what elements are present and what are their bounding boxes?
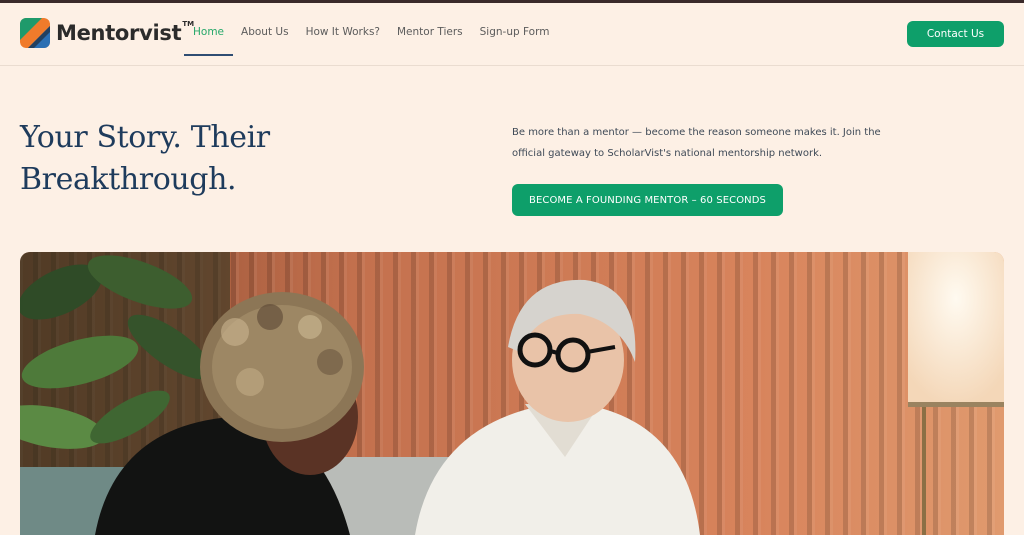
nav-item-how-it-works[interactable]: How It Works? bbox=[297, 3, 389, 55]
hero-photo-illustration bbox=[20, 252, 1004, 535]
contact-us-button[interactable]: Contact Us bbox=[907, 21, 1004, 47]
hero-photo bbox=[20, 252, 1004, 535]
hero-title: Your Story. Their Breakthrough. bbox=[20, 120, 270, 197]
nav-item-sign-up-form[interactable]: Sign-up Form bbox=[471, 3, 559, 55]
main-nav: Home About Us How It Works? Mentor Tiers… bbox=[184, 3, 559, 56]
brand-logo[interactable]: Mentorvist TM bbox=[20, 18, 194, 48]
brand-name: Mentorvist bbox=[56, 21, 182, 45]
hero-description: Be more than a mentor — become the reaso… bbox=[512, 127, 881, 159]
nav-item-about-us[interactable]: About Us bbox=[232, 3, 298, 55]
site-header: Mentorvist TM Home About Us How It Works… bbox=[0, 3, 1024, 66]
nav-item-mentor-tiers[interactable]: Mentor Tiers bbox=[388, 3, 472, 55]
logo-mark-icon bbox=[20, 18, 50, 48]
become-founding-mentor-button[interactable]: BECOME A FOUNDING MENTOR – 60 SECONDS bbox=[512, 184, 783, 216]
nav-item-home[interactable]: Home bbox=[184, 3, 234, 56]
